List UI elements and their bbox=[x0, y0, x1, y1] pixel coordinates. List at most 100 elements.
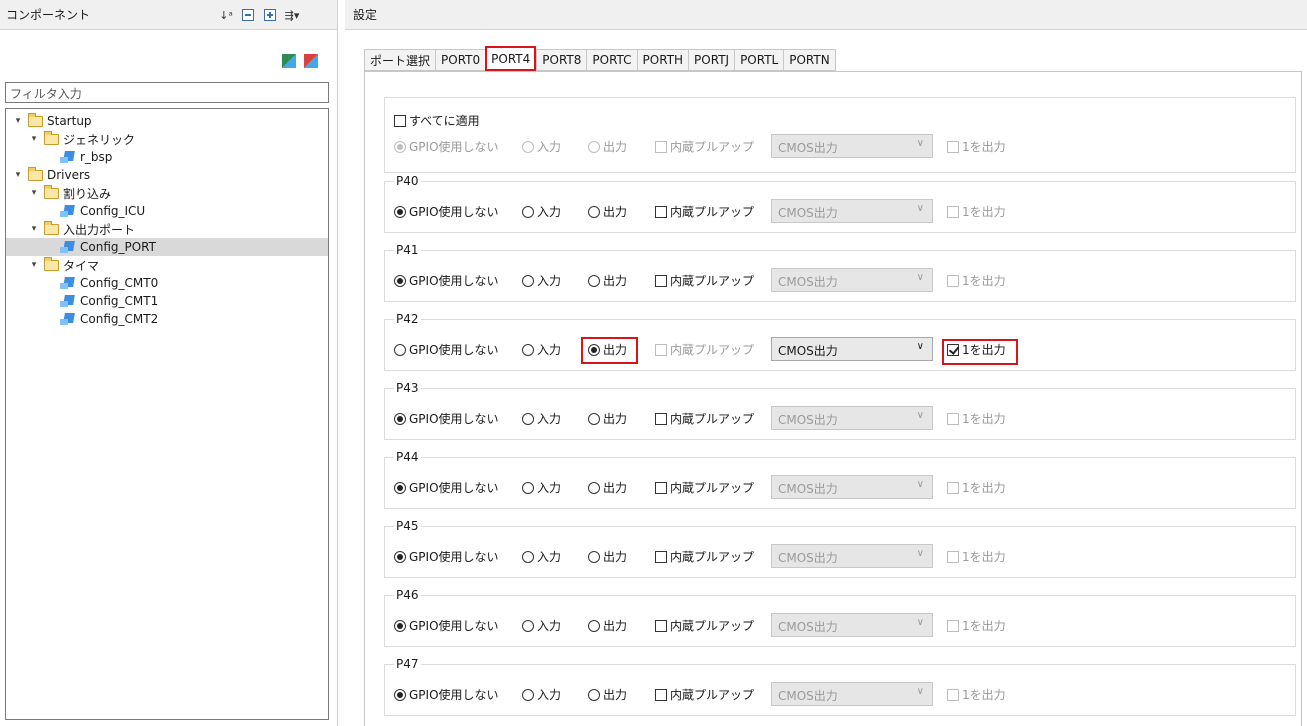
pin-p44-pullup-checkbox[interactable]: 内蔵プルアップ bbox=[655, 479, 754, 496]
tab-port8[interactable]: PORT8 bbox=[536, 49, 587, 71]
pin-p45-radio-output[interactable]: 出力 bbox=[588, 548, 627, 565]
radio-icon[interactable] bbox=[394, 274, 406, 287]
pin-p44-radio-input[interactable]: 入力 bbox=[522, 479, 561, 496]
pin-p46-radio-output[interactable]: 出力 bbox=[588, 617, 627, 634]
chevron-down-icon[interactable]: ▾ bbox=[12, 170, 24, 180]
radio-icon[interactable] bbox=[394, 481, 406, 494]
chevron-down-icon[interactable]: ▾ bbox=[12, 116, 24, 126]
pin-p44-radio-output[interactable]: 出力 bbox=[588, 479, 627, 496]
pin-p40-pullup-checkbox[interactable]: 内蔵プルアップ bbox=[655, 203, 754, 220]
pin-p45-radio-gpio-none[interactable]: GPIO使用しない bbox=[394, 548, 499, 565]
radio-icon[interactable] bbox=[522, 688, 534, 701]
tree-component-item[interactable]: Config_PORT bbox=[6, 238, 328, 256]
tree-component-item[interactable]: r_bsp bbox=[44, 148, 112, 166]
pin-p47-pullup-checkbox[interactable]: 内蔵プルアップ bbox=[655, 686, 754, 703]
pin-p47-radio-gpio-none[interactable]: GPIO使用しない bbox=[394, 686, 499, 703]
pin-p44-radio-gpio-none[interactable]: GPIO使用しない bbox=[394, 479, 499, 496]
collapse-all-icon[interactable] bbox=[240, 7, 256, 23]
tab-portc[interactable]: PORTC bbox=[586, 49, 637, 71]
pin-p40-radio-output[interactable]: 出力 bbox=[588, 203, 627, 220]
tree-component-item[interactable]: Config_CMT1 bbox=[44, 292, 158, 310]
radio-icon[interactable] bbox=[394, 412, 406, 425]
tree-folder-item[interactable]: ▾ 割り込み bbox=[28, 184, 111, 202]
pin-p46-output1-checkbox: 1を出力 bbox=[947, 617, 1006, 634]
tree-component-item[interactable]: Config_ICU bbox=[44, 202, 145, 220]
pin-p46-radio-gpio-none[interactable]: GPIO使用しない bbox=[394, 617, 499, 634]
remove-component-icon[interactable] bbox=[304, 54, 318, 68]
pin-p42-radio-gpio-none[interactable]: GPIO使用しない bbox=[394, 341, 499, 358]
tree-folder-item[interactable]: ▾ Drivers bbox=[12, 166, 90, 184]
checkbox-icon[interactable] bbox=[655, 481, 667, 494]
pin-p42-mode-select[interactable]: CMOS出力 ∨ bbox=[771, 337, 933, 361]
tab-portl[interactable]: PORTL bbox=[734, 49, 784, 71]
radio-icon[interactable] bbox=[588, 205, 600, 218]
apply-all-checkbox[interactable]: すべてに適用 bbox=[394, 112, 480, 129]
checkbox-icon[interactable] bbox=[655, 550, 667, 563]
radio-icon[interactable] bbox=[522, 481, 534, 494]
radio-icon[interactable] bbox=[522, 205, 534, 218]
pin-p43-radio-output[interactable]: 出力 bbox=[588, 410, 627, 427]
radio-icon[interactable] bbox=[394, 205, 406, 218]
chevron-down-icon[interactable]: ▾ bbox=[28, 224, 40, 234]
tab-port0[interactable]: PORT0 bbox=[435, 49, 486, 71]
tab-ポート選択[interactable]: ポート選択 bbox=[364, 49, 436, 71]
chevron-down-icon[interactable]: ▾ bbox=[28, 134, 40, 144]
pin-p42-radio-input[interactable]: 入力 bbox=[522, 341, 561, 358]
checkbox-icon[interactable] bbox=[655, 412, 667, 425]
pin-p43-pullup-checkbox[interactable]: 内蔵プルアップ bbox=[655, 410, 754, 427]
component-tree: ▾ Startup ▾ ジェネリック r_bsp ▾ Drivers ▾ 割り込み Config_… bbox=[5, 108, 329, 720]
pin-p47-radio-input[interactable]: 入力 bbox=[522, 686, 561, 703]
radio-icon[interactable] bbox=[588, 481, 600, 494]
pin-p41-radio-gpio-none[interactable]: GPIO使用しない bbox=[394, 272, 499, 289]
tree-component-item[interactable]: Config_CMT0 bbox=[44, 274, 158, 292]
radio-icon[interactable] bbox=[522, 619, 534, 632]
pin-p43-radio-gpio-none[interactable]: GPIO使用しない bbox=[394, 410, 499, 427]
pin-p41-pullup-checkbox[interactable]: 内蔵プルアップ bbox=[655, 272, 754, 289]
checkbox-icon[interactable] bbox=[655, 619, 667, 632]
view-menu-icon[interactable]: ⇶▾ bbox=[284, 7, 300, 23]
radio-icon[interactable] bbox=[588, 688, 600, 701]
pin-p41-radio-output[interactable]: 出力 bbox=[588, 272, 627, 289]
chevron-down-icon[interactable]: ▾ bbox=[28, 188, 40, 198]
tree-component-item[interactable]: Config_CMT2 bbox=[44, 310, 158, 328]
chevron-down-icon[interactable]: ∨ bbox=[917, 341, 924, 352]
pin-p43-radio-input[interactable]: 入力 bbox=[522, 410, 561, 427]
expand-all-icon[interactable] bbox=[262, 7, 278, 23]
radio-icon[interactable] bbox=[394, 688, 406, 701]
radio-icon[interactable] bbox=[394, 619, 406, 632]
pin-p47-radio-output[interactable]: 出力 bbox=[588, 686, 627, 703]
radio-icon[interactable] bbox=[588, 550, 600, 563]
tree-folder-item[interactable]: ▾ ジェネリック bbox=[28, 130, 135, 148]
radio-icon[interactable] bbox=[588, 619, 600, 632]
radio-icon[interactable] bbox=[588, 412, 600, 425]
checkbox-icon[interactable] bbox=[655, 688, 667, 701]
tab-porth[interactable]: PORTH bbox=[636, 49, 689, 71]
pin-p46-radio-input[interactable]: 入力 bbox=[522, 617, 561, 634]
tab-port4[interactable]: PORT4 bbox=[485, 46, 537, 71]
tree-folder-item[interactable]: ▾ 入出力ポート bbox=[28, 220, 135, 238]
pin-p45-radio-input[interactable]: 入力 bbox=[522, 548, 561, 565]
checkbox-icon[interactable] bbox=[655, 274, 667, 287]
checkbox-icon[interactable] bbox=[394, 114, 406, 127]
add-component-icon[interactable] bbox=[282, 54, 296, 68]
chevron-down-icon[interactable]: ▾ bbox=[28, 260, 40, 270]
tab-portj[interactable]: PORTJ bbox=[688, 49, 735, 71]
tree-folder-item[interactable]: ▾ タイマ bbox=[28, 256, 99, 274]
checkbox-icon[interactable] bbox=[655, 205, 667, 218]
pin-p40-radio-input[interactable]: 入力 bbox=[522, 203, 561, 220]
pin-p41-radio-input[interactable]: 入力 bbox=[522, 272, 561, 289]
radio-icon[interactable] bbox=[522, 412, 534, 425]
tree-folder-item[interactable]: ▾ Startup bbox=[12, 112, 92, 130]
tab-portn[interactable]: PORTN bbox=[783, 49, 836, 71]
radio-icon[interactable] bbox=[394, 550, 406, 563]
pin-p46-pullup-checkbox[interactable]: 内蔵プルアップ bbox=[655, 617, 754, 634]
radio-icon[interactable] bbox=[522, 343, 534, 356]
radio-icon[interactable] bbox=[522, 550, 534, 563]
pin-p45-pullup-checkbox[interactable]: 内蔵プルアップ bbox=[655, 548, 754, 565]
pin-p40-radio-gpio-none[interactable]: GPIO使用しない bbox=[394, 203, 499, 220]
filter-input[interactable]: フィルタ入力 bbox=[5, 82, 329, 103]
radio-icon[interactable] bbox=[394, 343, 406, 356]
radio-icon[interactable] bbox=[522, 274, 534, 287]
radio-icon[interactable] bbox=[588, 274, 600, 287]
sort-az-icon[interactable]: ↓ᵃ bbox=[218, 7, 234, 23]
